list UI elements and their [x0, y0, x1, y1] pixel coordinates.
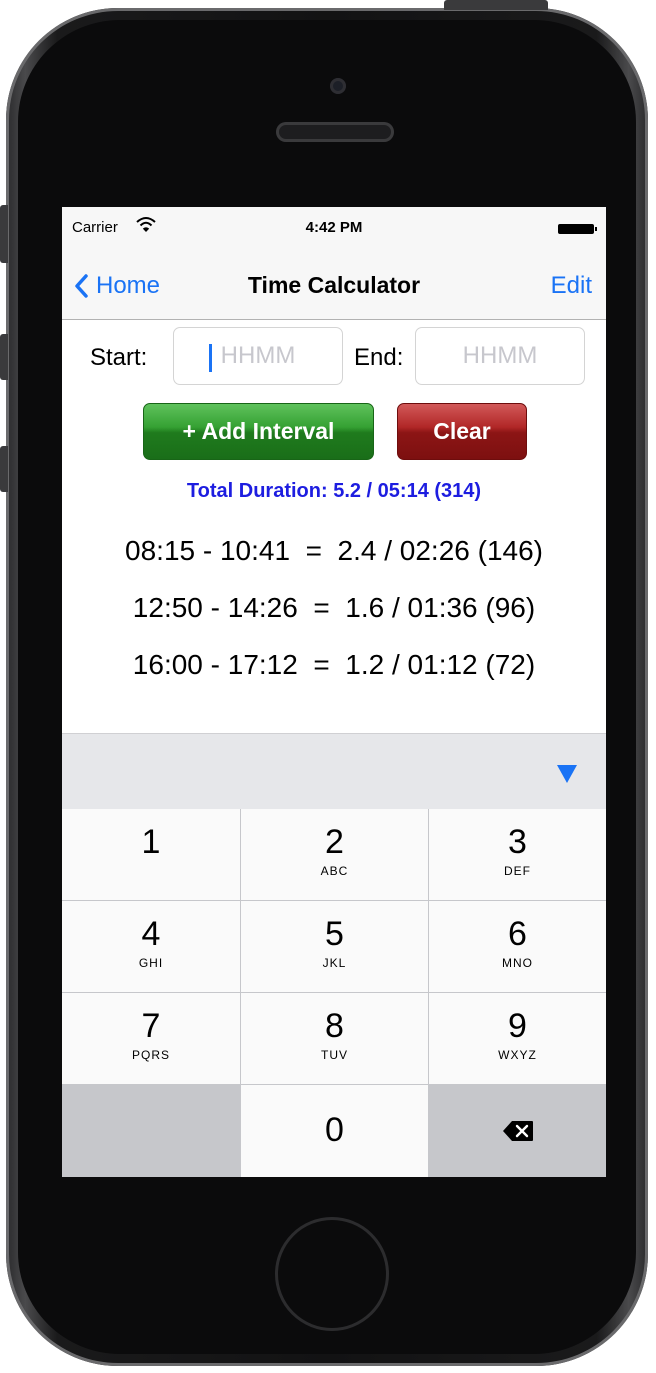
- backspace-icon: [502, 1121, 533, 1141]
- navigation-bar: Home Time Calculator Edit: [62, 251, 606, 320]
- key-4[interactable]: 4 GHI: [62, 901, 240, 992]
- interval-row: 16:00 - 17:12 = 1.2 / 01:12 (72): [132, 649, 536, 680]
- status-time: 4:42 PM: [305, 219, 363, 236]
- key-digit: 7: [141, 1007, 161, 1045]
- volume-up-button: [0, 334, 8, 380]
- interval-row: 12:50 - 14:26 = 1.6 / 01:36 (96): [132, 592, 536, 623]
- key-0[interactable]: 0: [241, 1085, 428, 1177]
- key-blank: [62, 1085, 240, 1177]
- add-interval-button[interactable]: + Add Interval: [143, 403, 374, 460]
- volume-down-button: [0, 446, 8, 492]
- triangle-down-icon[interactable]: [556, 762, 578, 784]
- end-time-input[interactable]: [416, 328, 584, 384]
- key-digit: 0: [325, 1111, 344, 1149]
- key-letters: DEF: [504, 864, 531, 878]
- key-3[interactable]: 3 DEF: [429, 809, 606, 900]
- key-letters: PQRS: [131, 1048, 170, 1062]
- key-letters: WXYZ: [498, 1048, 537, 1062]
- key-digit: 5: [325, 915, 344, 953]
- total-duration: Total Duration: 5.2 / 05:14 (314): [186, 480, 482, 502]
- key-2[interactable]: 2 ABC: [241, 809, 428, 900]
- key-letters: TUV: [321, 1048, 348, 1062]
- keyboard-accessory-bar: [62, 733, 606, 810]
- end-time-field[interactable]: [415, 327, 585, 385]
- key-letters: ABC: [320, 864, 349, 878]
- key-letters: GHI: [138, 956, 164, 970]
- key-digit: 6: [508, 915, 527, 953]
- key-9[interactable]: 9 WXYZ: [429, 993, 606, 1084]
- key-letters: MNO: [502, 956, 533, 970]
- start-label: Start:: [90, 344, 148, 371]
- key-5[interactable]: 5 JKL: [241, 901, 428, 992]
- clear-button[interactable]: Clear: [397, 403, 527, 460]
- key-digit: 2: [325, 823, 344, 861]
- key-8[interactable]: 8 TUV: [241, 993, 428, 1084]
- back-button-label: Home: [96, 272, 161, 299]
- key-7[interactable]: 7 PQRS: [62, 993, 240, 1084]
- power-button: [444, 0, 548, 10]
- end-label: End:: [354, 344, 404, 371]
- numeric-keypad: 1 2 ABC 3 DEF 4 GHI 5 JKL 6 MNO 7 PQRS 8: [62, 809, 606, 1177]
- start-time-field[interactable]: [173, 327, 343, 385]
- back-button-home[interactable]: Home: [74, 271, 160, 301]
- key-digit: 1: [141, 823, 161, 861]
- chevron-left-icon: [75, 274, 88, 298]
- key-letters: JKL: [322, 956, 347, 970]
- status-bar: Carrier 4:42 PM: [62, 207, 606, 251]
- battery-icon: [558, 224, 597, 234]
- key-1[interactable]: 1: [62, 809, 240, 900]
- earpiece-speaker: [276, 122, 394, 142]
- key-6[interactable]: 6 MNO: [429, 901, 606, 992]
- app-screen: Carrier 4:42 PM Home Time Calculator Edi…: [62, 207, 606, 1177]
- start-time-input[interactable]: [174, 328, 342, 384]
- interval-row: 08:15 - 10:41 = 2.4 / 02:26 (146): [125, 535, 543, 566]
- key-digit: 4: [141, 915, 161, 953]
- home-button[interactable]: [275, 1217, 389, 1331]
- edit-button[interactable]: Edit: [551, 272, 592, 300]
- front-camera: [330, 78, 346, 94]
- text-cursor: [209, 344, 212, 372]
- time-input-row: Start: End:: [62, 327, 606, 387]
- key-digit: 8: [325, 1007, 344, 1045]
- mute-switch: [0, 205, 8, 263]
- delete-key[interactable]: [429, 1085, 606, 1177]
- key-digit: 9: [508, 1007, 527, 1045]
- key-digit: 3: [508, 823, 527, 861]
